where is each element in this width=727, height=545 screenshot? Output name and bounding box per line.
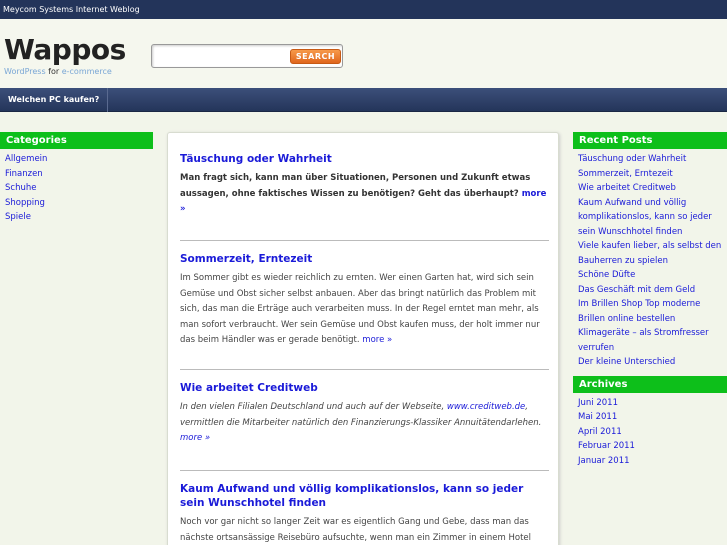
recent-post-link[interactable]: Der kleine Unterschied	[578, 357, 675, 367]
archives-list: Juni 2011 Mai 2011 April 2011 Februar 20…	[573, 393, 727, 469]
post-excerpt-text: Im Sommer gibt es wieder reichlich zu er…	[180, 273, 540, 345]
category-link[interactable]: Shopping	[5, 198, 45, 208]
list-item: Sommerzeit, Erntezeit	[578, 167, 727, 182]
site-tagline: WordPress for e-commerce	[4, 67, 112, 76]
post-title[interactable]: Wie arbeitet Creditweb	[180, 382, 318, 394]
categories-list: Allgemein Finanzen Schuhe Shopping Spiel…	[0, 149, 153, 225]
list-item: April 2011	[578, 425, 727, 440]
post: Täuschung oder Wahrheit Man fragt sich, …	[180, 152, 549, 218]
post: Sommerzeit, Erntezeit Im Sommer gibt es …	[180, 252, 549, 349]
site-header: Wappos WordPress for e-commerce SEARCH	[0, 19, 727, 88]
list-item: Schöne Düfte	[578, 268, 727, 283]
recent-post-link[interactable]: Schöne Düfte	[578, 270, 635, 280]
list-item: Spiele	[5, 210, 153, 225]
recent-post-link[interactable]: Viele kaufen lieber, als selbst den Bauh…	[578, 241, 721, 266]
recent-post-link[interactable]: Täuschung oder Wahrheit	[578, 154, 686, 164]
list-item: Februar 2011	[578, 439, 727, 454]
nav-item-welchen-pc-kaufen[interactable]: Welchen PC kaufen?	[0, 88, 109, 112]
post-excerpt-text: Man fragt sich, kann man über Situatione…	[180, 173, 531, 199]
list-item: Wie arbeitet Creditweb	[578, 181, 727, 196]
list-item: Viele kaufen lieber, als selbst den Bauh…	[578, 239, 727, 268]
recent-post-link[interactable]: Wie arbeitet Creditweb	[578, 183, 676, 193]
post-title[interactable]: Täuschung oder Wahrheit	[180, 153, 332, 165]
more-link[interactable]: more »	[362, 335, 392, 345]
archive-link[interactable]: Mai 2011	[578, 412, 617, 422]
recent-post-link[interactable]: Klimageräte – als Stromfresser verrufen	[578, 328, 709, 353]
category-link[interactable]: Schuhe	[5, 183, 36, 193]
archives-title: Archives	[573, 375, 727, 393]
post-excerpt: Noch vor gar nicht so langer Zeit war es…	[180, 515, 549, 545]
post-title[interactable]: Sommerzeit, Erntezeit	[180, 253, 312, 265]
recent-post-link[interactable]: Kaum Aufwand und völlig komplikationslos…	[578, 198, 712, 237]
categories-title: Categories	[0, 132, 153, 149]
creditweb-link[interactable]: www.creditweb.de	[447, 402, 525, 412]
post: Wie arbeitet Creditweb In den vielen Fil…	[180, 381, 549, 447]
archive-link[interactable]: April 2011	[578, 427, 622, 437]
category-link[interactable]: Allgemein	[5, 154, 47, 164]
post-excerpt-text: In den vielen Filialen Deutschland und a…	[180, 402, 445, 412]
category-link[interactable]: Spiele	[5, 212, 31, 222]
list-item: Klimageräte – als Stromfresser verrufen	[578, 326, 727, 355]
list-item: Finanzen	[5, 167, 153, 182]
list-item: Januar 2011	[578, 454, 727, 469]
site-description: Meycom Systems Internet Weblog	[3, 5, 140, 14]
archive-link[interactable]: Januar 2011	[578, 456, 630, 466]
category-link[interactable]: Finanzen	[5, 169, 43, 179]
post-excerpt: Man fragt sich, kann man über Situatione…	[180, 171, 549, 218]
recent-post-link[interactable]: Sommerzeit, Erntezeit	[578, 169, 673, 179]
list-item: Im Brillen Shop Top moderne Brillen onli…	[578, 297, 727, 326]
list-item: Täuschung oder Wahrheit	[578, 152, 727, 167]
main-nav: Welchen PC kaufen?	[0, 88, 727, 112]
recent-post-link[interactable]: Im Brillen Shop Top moderne Brillen onli…	[578, 299, 700, 324]
post-excerpt-text: Noch vor gar nicht so langer Zeit war es…	[180, 517, 532, 543]
recent-posts-title: Recent Posts	[573, 132, 727, 149]
recent-posts-list: Täuschung oder Wahrheit Sommerzeit, Ernt…	[573, 149, 727, 370]
more-link[interactable]: more »	[180, 433, 210, 443]
main-content: Täuschung oder Wahrheit Man fragt sich, …	[167, 132, 559, 545]
archive-link[interactable]: Februar 2011	[578, 441, 635, 451]
tagline-for: for	[48, 67, 60, 76]
list-item: Das Geschäft mit dem Geld	[578, 283, 727, 298]
list-item: Shopping	[5, 196, 153, 211]
right-sidebar: Recent Posts Täuschung oder Wahrheit Som…	[573, 132, 727, 468]
tagline-wordpress: WordPress	[4, 67, 46, 76]
post-title[interactable]: Kaum Aufwand und völlig komplikationslos…	[180, 483, 523, 509]
left-sidebar: Categories Allgemein Finanzen Schuhe Sho…	[0, 132, 153, 225]
post: Kaum Aufwand und völlig komplikationslos…	[180, 482, 549, 545]
list-item: Kaum Aufwand und völlig komplikationslos…	[578, 196, 727, 240]
list-item: Juni 2011	[578, 396, 727, 411]
site-logo[interactable]: Wappos	[4, 35, 126, 65]
recent-post-link[interactable]: Das Geschäft mit dem Geld	[578, 285, 695, 295]
post-divider	[180, 369, 549, 370]
site-topbar: Meycom Systems Internet Weblog	[0, 0, 727, 19]
list-item: Schuhe	[5, 181, 153, 196]
search-button[interactable]: SEARCH	[290, 49, 341, 64]
post-divider	[180, 470, 549, 471]
list-item: Der kleine Unterschied	[578, 355, 727, 370]
list-item: Mai 2011	[578, 410, 727, 425]
tagline-ecommerce: e-commerce	[61, 67, 112, 76]
post-excerpt: In den vielen Filialen Deutschland und a…	[180, 400, 549, 447]
post-divider	[180, 240, 549, 241]
post-excerpt: Im Sommer gibt es wieder reichlich zu er…	[180, 271, 549, 349]
list-item: Allgemein	[5, 152, 153, 167]
archive-link[interactable]: Juni 2011	[578, 398, 618, 408]
